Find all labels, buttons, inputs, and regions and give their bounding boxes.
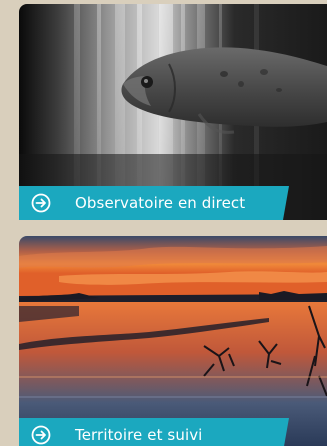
wetland-sunset-photo	[19, 236, 327, 446]
caption-bar[interactable]: Observatoire en direct	[19, 186, 289, 220]
card-observatoire-en-direct[interactable]: Observatoire en direct	[19, 4, 327, 220]
caption-label: Territoire et suivi	[75, 426, 203, 444]
circle-arrow-right-icon	[31, 425, 51, 445]
card-territoire-et-suivi[interactable]: Territoire et suivi	[19, 236, 327, 446]
caption-label: Observatoire en direct	[75, 194, 246, 212]
circle-arrow-right-icon	[31, 193, 51, 213]
page: Observatoire en direct Territoire et sui…	[0, 0, 327, 446]
caption-bar[interactable]: Territoire et suivi	[19, 418, 289, 446]
